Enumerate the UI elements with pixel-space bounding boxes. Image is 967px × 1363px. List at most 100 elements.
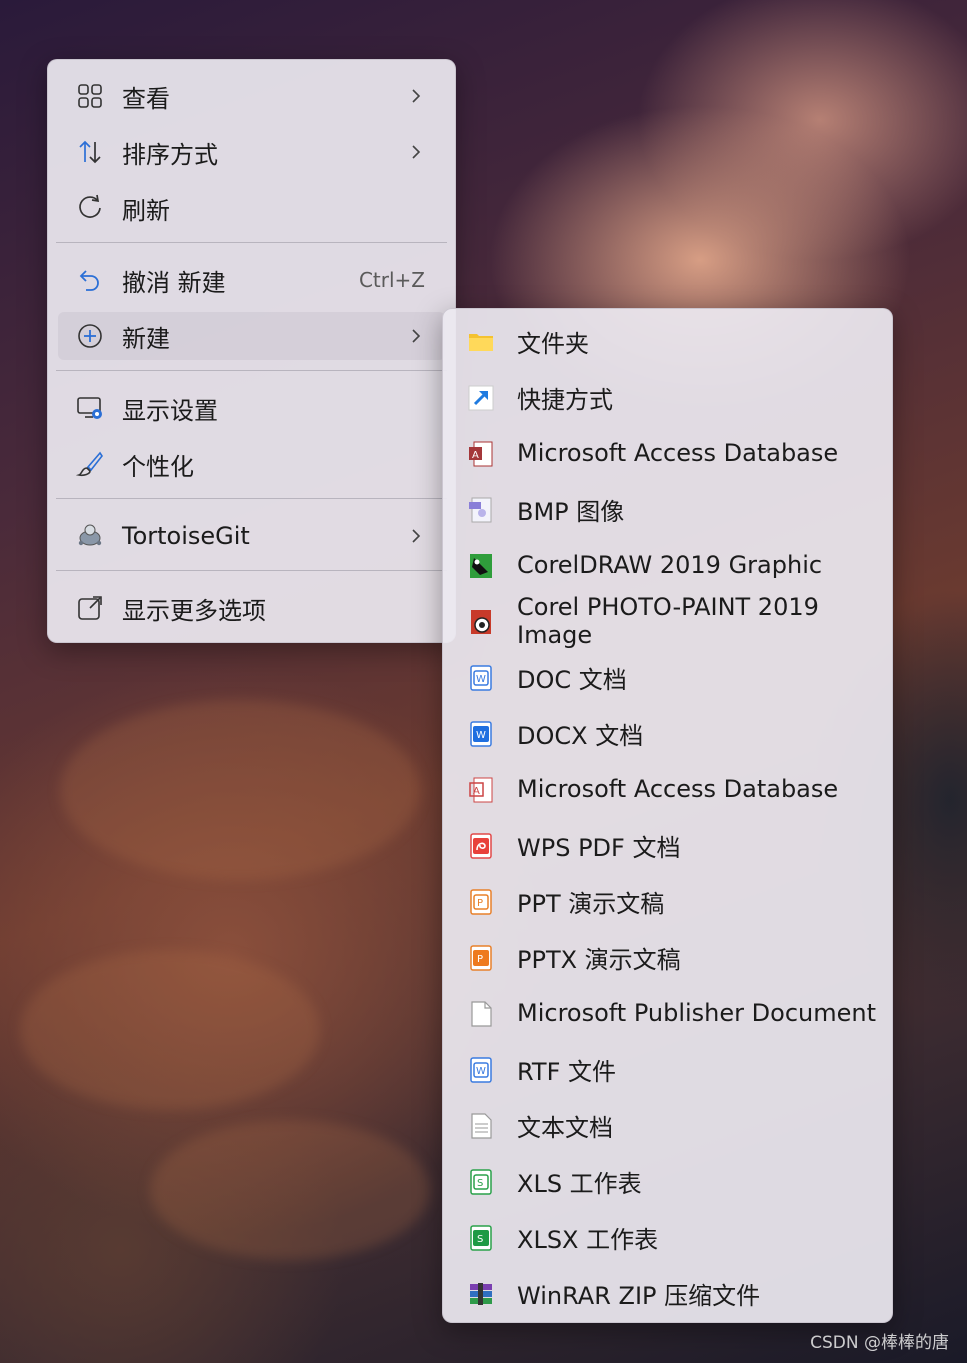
svg-text:A: A: [472, 450, 479, 461]
more-options-icon: [78, 596, 102, 620]
new-item-label: Microsoft Access Database: [517, 775, 839, 803]
wallpaper-hair: [150, 1120, 430, 1260]
new-item-access-database[interactable]: A Microsoft Access Database: [453, 429, 882, 477]
blank-file-icon: [471, 1001, 492, 1027]
watermark: CSDN @棒棒的唐: [810, 1333, 949, 1353]
chevron-right-icon: [412, 329, 421, 343]
svg-text:S: S: [477, 1178, 483, 1189]
menu-item-new[interactable]: 新建: [58, 312, 445, 360]
new-item-label: Microsoft Access Database: [517, 439, 839, 467]
new-item-coreldraw[interactable]: CorelDRAW 2019 Graphic: [453, 541, 882, 589]
add-circle-icon: [78, 324, 102, 348]
new-item-bmp[interactable]: BMP 图像: [453, 485, 882, 533]
shortcut-icon: [468, 385, 494, 411]
menu-item-tortoisegit[interactable]: TortoiseGit: [58, 512, 445, 560]
new-item-label: BMP 图像: [517, 497, 625, 526]
new-item-label: 文本文档: [517, 1113, 613, 1142]
new-item-xls[interactable]: S XLS 工作表: [453, 1157, 882, 1205]
menu-item-view[interactable]: 查看: [58, 72, 445, 120]
refresh-icon: [79, 194, 101, 218]
shortcut-text: Ctrl+Z: [358, 268, 425, 292]
menu-item-label: 刷新: [122, 196, 170, 225]
new-item-pptx[interactable]: P PPTX 演示文稿: [453, 933, 882, 981]
rtf-icon: W: [470, 1057, 492, 1083]
new-item-rtf[interactable]: W RTF 文件: [453, 1045, 882, 1093]
new-item-label: PPT 演示文稿: [517, 889, 665, 918]
sort-icon: [79, 140, 101, 164]
new-item-doc[interactable]: W DOC 文档: [453, 653, 882, 701]
svg-text:P: P: [477, 954, 483, 965]
new-item-access-database-2[interactable]: A Microsoft Access Database: [453, 765, 882, 813]
new-item-publisher[interactable]: Microsoft Publisher Document: [453, 989, 882, 1037]
chevron-right-icon: [412, 529, 421, 543]
new-item-label: DOCX 文档: [517, 721, 644, 750]
new-item-label: 文件夹: [517, 329, 589, 358]
svg-text:P: P: [477, 898, 483, 909]
folder-icon: [469, 334, 493, 351]
new-item-ppt[interactable]: P PPT 演示文稿: [453, 877, 882, 925]
new-item-label: 快捷方式: [517, 385, 613, 414]
undo-icon: [79, 270, 99, 291]
doc-icon: W: [470, 665, 492, 691]
new-item-xlsx[interactable]: S XLSX 工作表: [453, 1213, 882, 1261]
svg-text:W: W: [476, 730, 486, 741]
new-item-label: CorelDRAW 2019 Graphic: [517, 551, 823, 579]
menu-item-label: 查看: [122, 84, 170, 113]
new-item-label: DOC 文档: [517, 665, 627, 694]
new-item-label: XLS 工作表: [517, 1169, 642, 1198]
menu-item-personalize[interactable]: 个性化: [58, 440, 445, 488]
new-item-wps-pdf[interactable]: WPS PDF 文档: [453, 821, 882, 869]
tortoisegit-icon: [78, 524, 102, 546]
svg-text:W: W: [476, 674, 486, 685]
docx-icon: W: [470, 721, 492, 747]
menu-item-label: 个性化: [122, 452, 194, 481]
wallpaper-hair: [60, 700, 420, 880]
new-submenu: 文件夹 快捷方式 A Microsoft Access Database BMP…: [442, 308, 893, 1323]
menu-separator: [56, 498, 447, 499]
new-item-shortcut[interactable]: 快捷方式: [453, 373, 882, 421]
menu-separator: [56, 570, 447, 571]
new-item-winrar-zip[interactable]: WinRAR ZIP 压缩文件: [453, 1269, 882, 1317]
wallpaper-hair: [20, 950, 320, 1110]
menu-item-label: TortoiseGit: [122, 522, 250, 550]
menu-item-label: 排序方式: [122, 140, 218, 169]
new-item-folder[interactable]: 文件夹: [453, 317, 882, 365]
access-icon-alt: A: [469, 777, 493, 803]
menu-separator: [56, 242, 447, 243]
menu-item-label: 显示更多选项: [122, 596, 266, 625]
menu-item-show-more-options[interactable]: 显示更多选项: [58, 584, 445, 632]
svg-text:W: W: [476, 1066, 486, 1077]
photopaint-icon: [471, 610, 491, 634]
xlsx-icon: S: [470, 1225, 492, 1251]
menu-item-sort[interactable]: 排序方式: [58, 128, 445, 176]
menu-item-label: 新建: [122, 324, 170, 353]
menu-item-undo-new[interactable]: 撤消 新建 Ctrl+Z: [58, 256, 445, 304]
display-settings-icon: [77, 397, 102, 419]
svg-text:S: S: [477, 1234, 483, 1245]
new-item-label: WPS PDF 文档: [517, 833, 681, 862]
access-icon: A: [469, 441, 493, 467]
text-file-icon: [471, 1113, 492, 1139]
menu-item-display-settings[interactable]: 显示设置: [58, 384, 445, 432]
menu-item-label: 撤消 新建: [122, 268, 226, 297]
xls-icon: S: [470, 1169, 492, 1195]
coreldraw-icon: [470, 554, 492, 578]
new-item-label: XLSX 工作表: [517, 1225, 659, 1254]
menu-separator: [56, 370, 447, 371]
new-item-photopaint[interactable]: Corel PHOTO-PAINT 2019 Image: [453, 593, 882, 649]
new-item-label: Microsoft Publisher Document: [517, 999, 876, 1027]
pdf-icon: [470, 833, 492, 859]
svg-text:A: A: [473, 786, 480, 797]
new-item-text-document[interactable]: 文本文档: [453, 1101, 882, 1149]
winrar-icon: [470, 1283, 492, 1305]
new-item-docx[interactable]: W DOCX 文档: [453, 709, 882, 757]
new-item-label: Corel PHOTO-PAINT 2019 Image: [517, 593, 819, 649]
menu-item-refresh[interactable]: 刷新: [58, 184, 445, 232]
new-item-label: WinRAR ZIP 压缩文件: [517, 1281, 761, 1310]
new-item-label: RTF 文件: [517, 1057, 617, 1086]
pptx-icon: P: [470, 945, 492, 971]
chevron-right-icon: [412, 145, 421, 159]
desktop-context-menu: 查看 排序方式 刷新 撤消 新建 Ctrl+Z 新建 显示设置 个性化 Tort…: [47, 59, 456, 643]
grid-icon: [78, 84, 102, 108]
menu-item-label: 显示设置: [122, 396, 218, 425]
